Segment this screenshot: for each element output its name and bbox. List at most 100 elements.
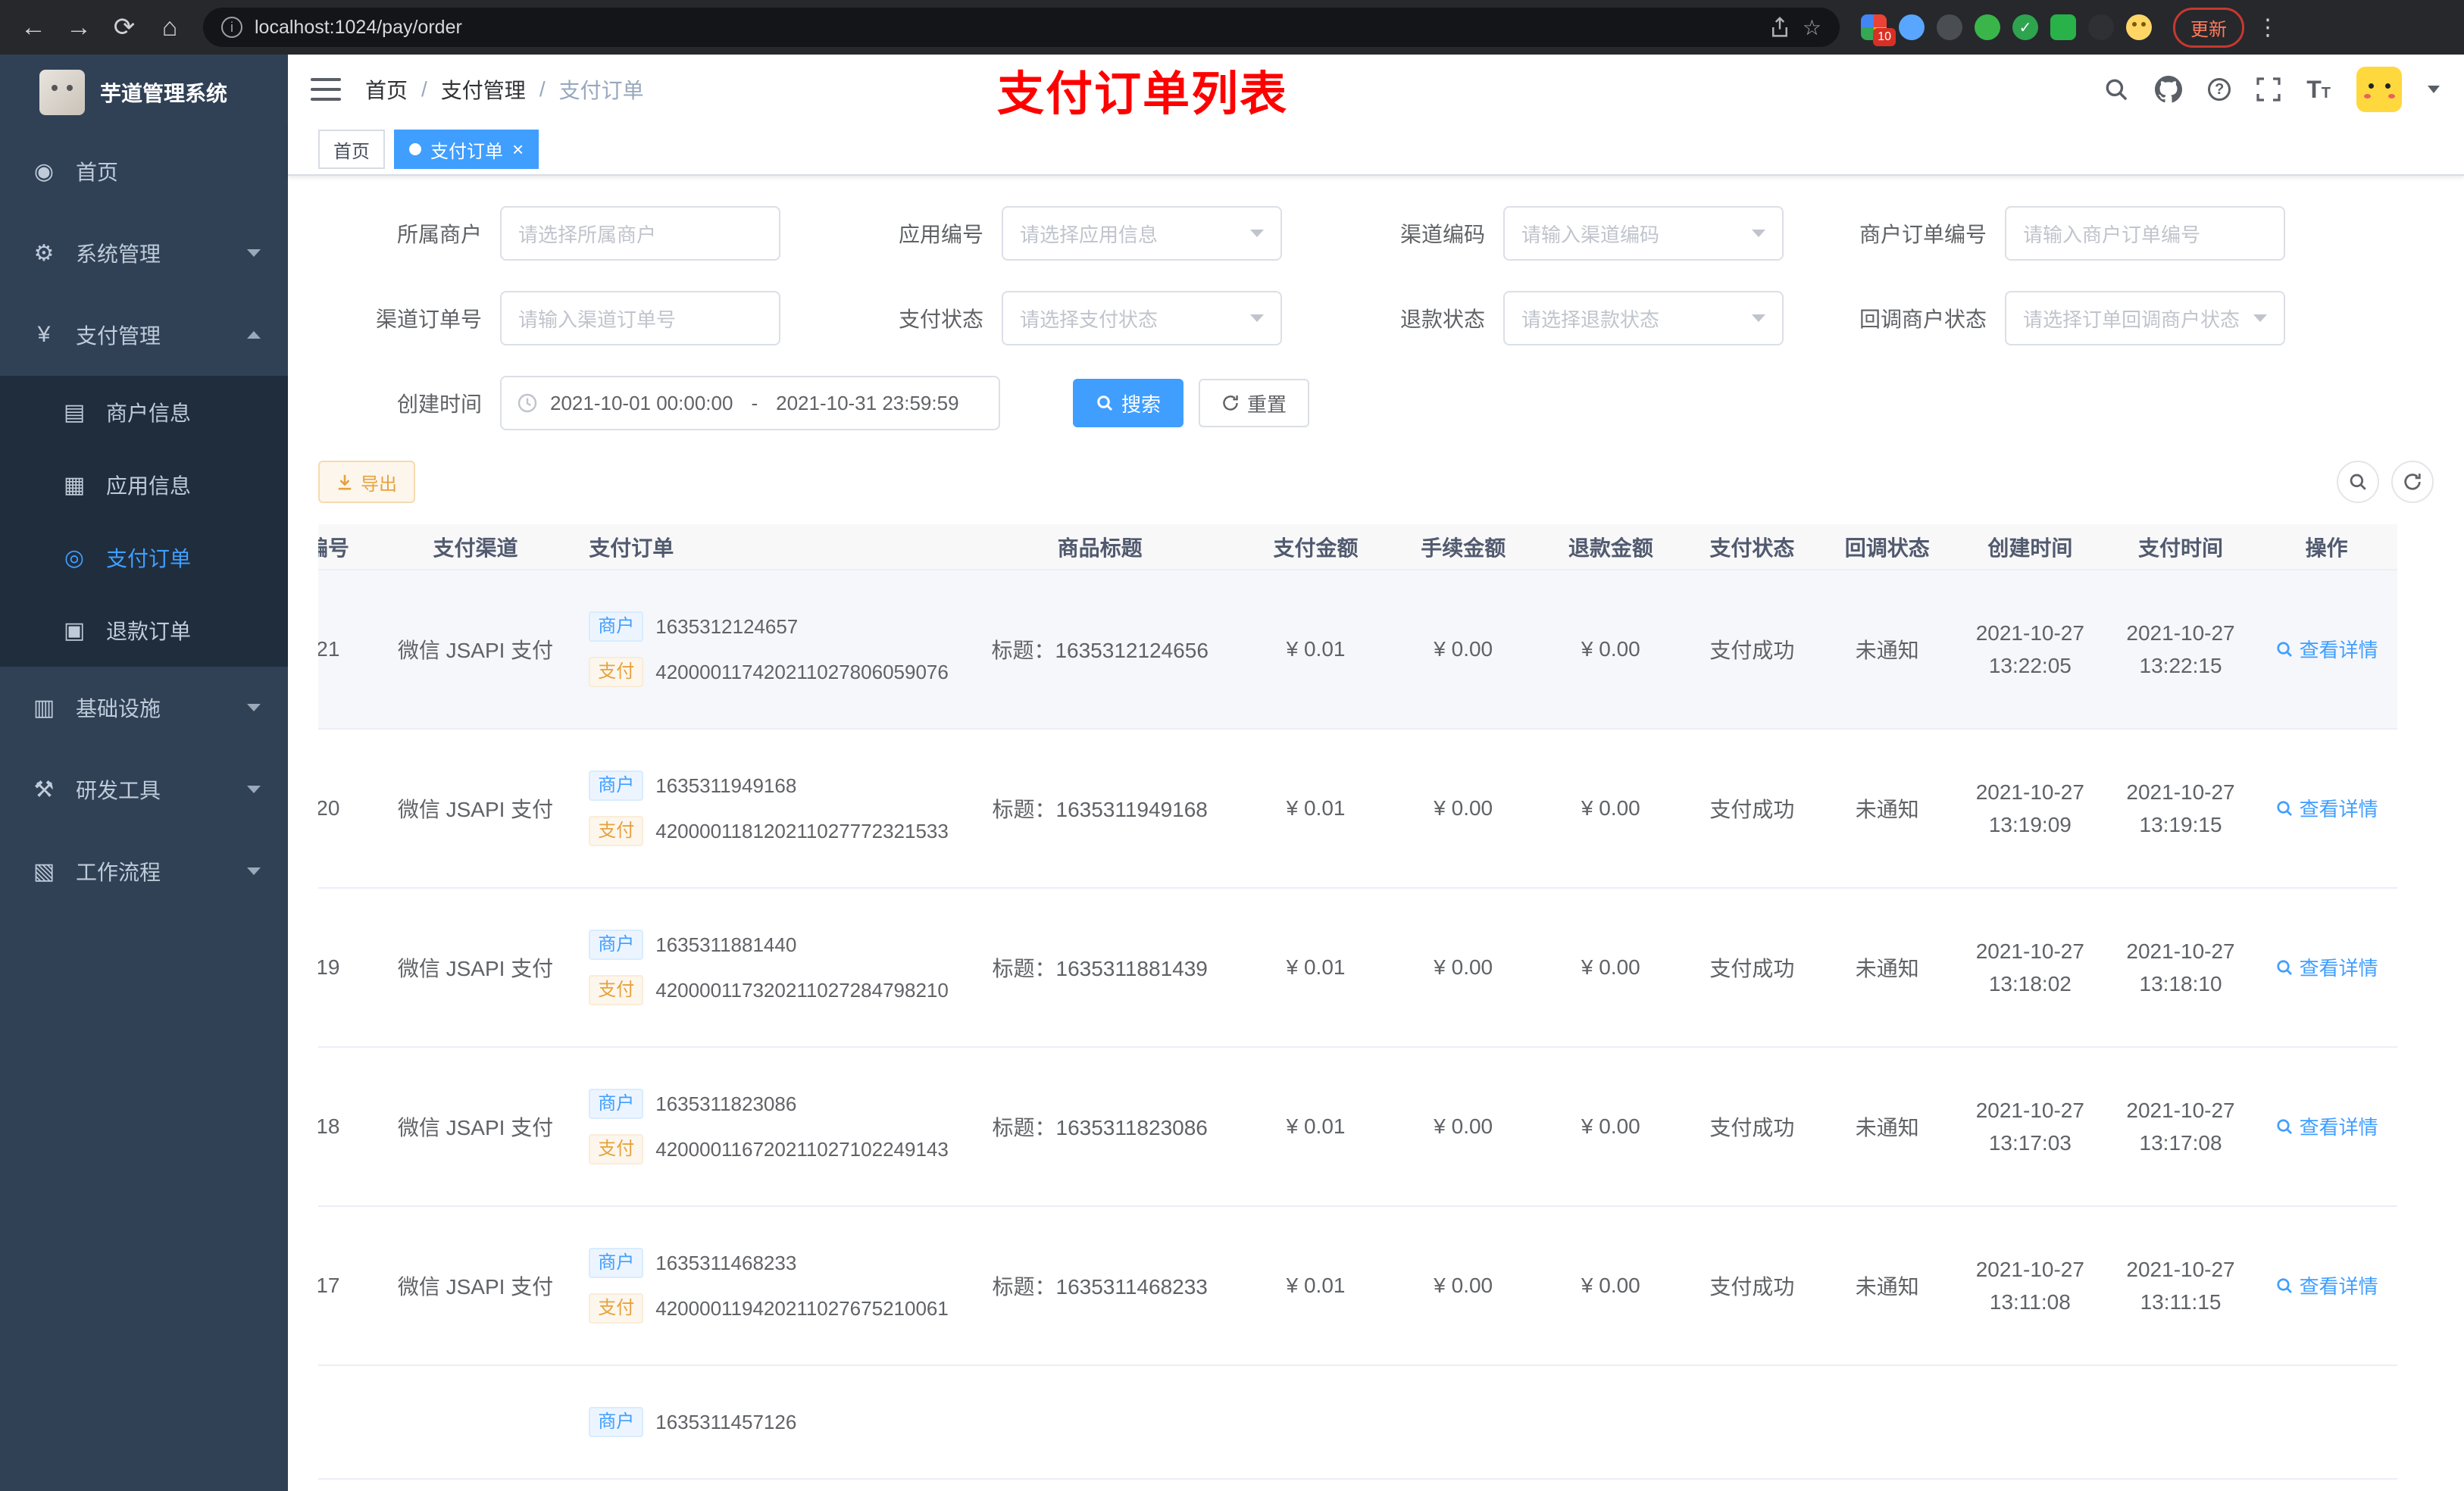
close-icon[interactable]: × bbox=[512, 139, 524, 159]
notify-status: 未通知 bbox=[1819, 1206, 1955, 1366]
refresh-icon bbox=[1223, 395, 1238, 411]
filter-field-merchant: 所属商户 请选择所属商户 bbox=[318, 206, 780, 261]
extension-check-icon[interactable]: ✓ bbox=[2012, 14, 2038, 40]
pay-order-cell: 商户 1635311457126 bbox=[574, 1365, 958, 1480]
view-detail-link[interactable]: 查看详情 bbox=[2275, 1112, 2378, 1140]
search-icon bbox=[1097, 395, 1113, 411]
view-detail-link[interactable]: 查看详情 bbox=[2275, 1271, 2378, 1299]
forward-icon[interactable]: → bbox=[58, 6, 100, 48]
sidebar-item-payment[interactable]: ¥ 支付管理 bbox=[0, 294, 288, 376]
filter-row-1: 所属商户 请选择所属商户 应用编号 请选择应用信息 渠道编码 请输入渠道编码 商户订单编号 请… bbox=[318, 206, 2434, 261]
extension-puzzle-icon[interactable] bbox=[2088, 14, 2114, 40]
extension-gray-icon[interactable] bbox=[1937, 14, 1962, 40]
extension-blue-icon[interactable] bbox=[1899, 14, 1925, 40]
refresh-table-icon[interactable] bbox=[2391, 461, 2434, 503]
update-button[interactable]: 更新 bbox=[2173, 7, 2244, 48]
column-header: 手续金额 bbox=[1389, 524, 1537, 570]
reset-button[interactable]: 重置 bbox=[1199, 379, 1310, 427]
breadcrumb-item[interactable]: 支付管理 bbox=[441, 74, 526, 105]
placeholder-text: 请选择订单回调商户状态 bbox=[2023, 308, 2240, 331]
view-detail-link[interactable]: 查看详情 bbox=[2275, 953, 2378, 981]
product-title: 标题：1635311823086 bbox=[958, 1047, 1243, 1207]
search-button[interactable]: 搜索 bbox=[1073, 379, 1184, 427]
tab-pay-order[interactable]: 支付订单 × bbox=[394, 130, 539, 169]
export-button[interactable]: 导出 bbox=[318, 461, 415, 503]
pay-transaction-no: 4200001194202110276752100612 bbox=[655, 1296, 949, 1320]
create-time: 2021-10-27 13:22:05 bbox=[1955, 570, 2106, 730]
column-header: 支付渠道 bbox=[377, 524, 574, 570]
channel-code-input[interactable]: 请输入渠道编码 bbox=[1503, 206, 1784, 261]
chevron-down-icon bbox=[247, 249, 261, 257]
order-row: 17 微信 JSAPI 支付 商户 1635311468233 支付 4200001194… bbox=[318, 1206, 2397, 1366]
sidebar-item-app-info[interactable]: ▦ 应用信息 bbox=[0, 449, 288, 521]
merchant-order-no-input[interactable]: 请输入商户订单编号 bbox=[2005, 206, 2285, 261]
search-icon[interactable] bbox=[2103, 77, 2129, 102]
address-bar[interactable]: i localhost:1024/pay/order ☆ bbox=[203, 8, 1840, 47]
filter-field-app-id: 应用编号 请选择应用信息 bbox=[820, 206, 1282, 261]
pay-order-cell: 商户 1635311949168 支付 42000011812021102777232… bbox=[574, 729, 958, 889]
font-size-icon[interactable]: TT bbox=[2306, 77, 2331, 102]
filter-label: 渠道订单号 bbox=[375, 308, 482, 331]
order-id: 21 bbox=[318, 570, 377, 730]
hide-search-icon[interactable] bbox=[2337, 461, 2379, 503]
create-time-range-input[interactable]: 2021-10-01 00:00:00 - 2021-10-31 23:59:5… bbox=[500, 376, 1000, 430]
merchant-order-no: 1635311881440 bbox=[655, 933, 797, 956]
pay-status-input[interactable]: 请选择支付状态 bbox=[1002, 291, 1282, 345]
filter-label: 创建时间 bbox=[396, 392, 482, 416]
back-icon[interactable]: ← bbox=[12, 6, 55, 48]
merchant-input[interactable]: 请选择所属商户 bbox=[500, 206, 780, 261]
pay-status: 支付成功 bbox=[1684, 729, 1820, 889]
refund-amount: ¥ 0.00 bbox=[1537, 729, 1685, 889]
sidebar-item-merchant-info[interactable]: ▤ 商户信息 bbox=[0, 376, 288, 449]
tab-home[interactable]: 首页 bbox=[318, 130, 385, 169]
sidebar-item-pay-order[interactable]: ◎ 支付订单 bbox=[0, 521, 288, 594]
extension-face-icon[interactable] bbox=[2126, 14, 2152, 40]
merchant-order-no: 1635311468233 bbox=[655, 1251, 797, 1274]
refund-status-input[interactable]: 请选择退款状态 bbox=[1503, 291, 1784, 345]
download-icon bbox=[338, 474, 352, 490]
avatar[interactable] bbox=[2356, 67, 2402, 112]
sidebar-item-refund-order[interactable]: ▣ 退款订单 bbox=[0, 594, 288, 667]
sidebar-item-home[interactable]: ◉ 首页 bbox=[0, 130, 288, 212]
home-icon[interactable]: ⌂ bbox=[149, 6, 191, 48]
breadcrumb-item[interactable]: 首页 bbox=[365, 74, 408, 105]
tools-icon: ⚒ bbox=[33, 777, 55, 802]
product-title: 标题：1635311881439 bbox=[958, 888, 1243, 1048]
reload-icon[interactable]: ⟳ bbox=[103, 6, 145, 48]
chevron-down-icon bbox=[1250, 314, 1264, 322]
pay-order-cell: 商户 1635312124657 支付 42000011742021102780605… bbox=[574, 570, 958, 730]
order-id: 19 bbox=[318, 888, 377, 1048]
placeholder-text: 请输入渠道订单号 bbox=[518, 308, 677, 331]
column-header: 商品标题 bbox=[958, 524, 1243, 570]
active-dot-icon bbox=[409, 143, 421, 155]
extension-colorful-icon[interactable]: 10 bbox=[1861, 14, 1896, 46]
refund-amount: ¥ 0.00 bbox=[1537, 1206, 1685, 1366]
github-icon[interactable] bbox=[2155, 76, 2183, 103]
hamburger-icon[interactable] bbox=[311, 78, 341, 101]
fullscreen-icon[interactable] bbox=[2256, 77, 2281, 102]
filter-field-channel-order-no: 渠道订单号 请输入渠道订单号 bbox=[318, 291, 780, 345]
notify-status-input[interactable]: 请选择订单回调商户状态 bbox=[2005, 291, 2285, 345]
site-info-icon[interactable]: i bbox=[221, 17, 242, 38]
sidebar-item-infrastructure[interactable]: ▥ 基础设施 bbox=[0, 667, 288, 749]
pay-amount: ¥ 0.01 bbox=[1242, 888, 1390, 1048]
sidebar-item-devtools[interactable]: ⚒ 研发工具 bbox=[0, 749, 288, 830]
bookmark-star-icon[interactable]: ☆ bbox=[1803, 15, 1821, 40]
share-icon[interactable] bbox=[1769, 17, 1790, 38]
help-icon[interactable]: ? bbox=[2208, 78, 2231, 101]
view-detail-link[interactable]: 查看详情 bbox=[2275, 635, 2378, 663]
view-detail-link[interactable]: 查看详情 bbox=[2275, 794, 2378, 822]
filter-label: 商户订单编号 bbox=[1859, 223, 1987, 246]
browser-menu-icon[interactable]: ⋮ bbox=[2247, 14, 2288, 41]
extension-chat-icon[interactable] bbox=[2050, 14, 2076, 40]
fee-amount: ¥ 0.00 bbox=[1389, 1047, 1537, 1207]
chevron-down-icon bbox=[247, 704, 261, 711]
fee-amount: ¥ 0.00 bbox=[1389, 729, 1537, 889]
app-logo: 芋道管理系统 bbox=[0, 55, 288, 130]
extension-green-icon[interactable] bbox=[1975, 14, 2000, 40]
sidebar-item-workflow[interactable]: ▧ 工作流程 bbox=[0, 830, 288, 912]
sidebar-item-system[interactable]: ⚙ 系统管理 bbox=[0, 212, 288, 294]
channel-order-no-input[interactable]: 请输入渠道订单号 bbox=[500, 291, 780, 345]
app-id-input[interactable]: 请选择应用信息 bbox=[1002, 206, 1282, 261]
caret-down-icon[interactable] bbox=[2428, 86, 2440, 93]
